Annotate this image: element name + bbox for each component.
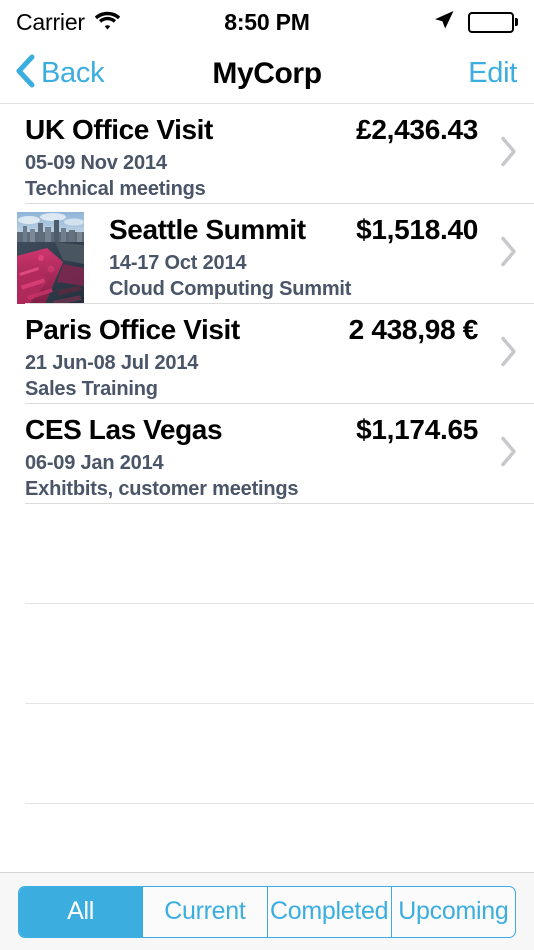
trip-amount: $1,518.40 [356,214,478,245]
table-row[interactable]: CES Las Vegas $1,174.65 06-09 Jan 2014 E… [0,404,534,504]
status-bar: Carrier 8:50 PM [0,0,534,44]
segment-upcoming[interactable]: Upcoming [390,886,515,937]
chevron-right-icon [498,135,518,174]
row-header: CES Las Vegas $1,174.65 [25,414,478,446]
back-button[interactable]: Back [14,53,105,94]
navigation-bar: Back MyCorp Edit [0,44,534,103]
trip-title: Paris Office Visit [25,314,240,345]
row-header: Seattle Summit $1,518.40 [109,214,478,246]
table-row[interactable]: Paris Office Visit 2 438,98 € 21 Jun-08 … [0,304,534,404]
row-content: UK Office Visit £2,436.43 05-09 Nov 2014… [0,114,534,201]
status-bar-left: Carrier [16,9,121,36]
trip-dates: 06-09 Jan 2014 [25,452,164,474]
segment-all[interactable]: All [19,886,143,937]
carrier-label: Carrier [16,8,85,35]
trips-table: UK Office Visit £2,436.43 05-09 Nov 2014… [0,103,534,872]
trip-title: Seattle Summit [109,214,306,245]
trip-amount: £2,436.43 [356,114,478,145]
row-content: Paris Office Visit 2 438,98 € 21 Jun-08 … [0,314,534,401]
row-header: Paris Office Visit 2 438,98 € [25,314,478,346]
chevron-left-icon [14,53,36,94]
chevron-right-icon [498,335,518,374]
row-content: CES Las Vegas $1,174.65 06-09 Jan 2014 E… [0,414,534,501]
empty-table-row [0,504,534,604]
trip-description: Cloud Computing Summit [109,278,352,300]
chevron-right-icon [498,435,518,474]
trip-description: Sales Training [25,378,158,400]
row-thumbnail-slot [0,212,92,304]
segment-current[interactable]: Current [142,886,266,937]
wifi-icon [94,10,121,35]
status-bar-right [433,9,518,36]
location-arrow-icon [433,9,455,36]
empty-table-row [0,704,534,804]
trip-dates: 21 Jun-08 Jul 2014 [25,352,199,374]
trip-description: Technical meetings [25,178,206,200]
table-row[interactable]: Seattle Summit $1,518.40 14-17 Oct 2014 … [0,204,534,304]
battery-full-icon [467,11,518,33]
table-row[interactable]: UK Office Visit £2,436.43 05-09 Nov 2014… [0,104,534,204]
back-button-label: Back [41,57,105,89]
chevron-right-icon [498,235,518,274]
row-content: Seattle Summit $1,518.40 14-17 Oct 2014 … [92,214,534,301]
trip-description: Exhitbits, customer meetings [25,478,299,500]
empty-table-row [0,604,534,704]
app-screen: Carrier 8:50 PM Back MyCorp Edit UK Offi… [0,0,534,950]
row-header: UK Office Visit £2,436.43 [25,114,478,146]
trip-amount: 2 438,98 € [348,314,479,345]
bottom-toolbar: All Current Completed Upcoming [0,872,534,950]
edit-button[interactable]: Edit [468,57,520,90]
empty-table-row [0,804,534,872]
trip-amount: $1,174.65 [356,414,478,445]
trip-title: UK Office Visit [25,114,213,145]
trip-dates: 14-17 Oct 2014 [109,252,247,274]
trip-dates: 05-09 Nov 2014 [25,152,167,174]
seattle-aerial-photo [17,212,84,304]
filter-segmented-control[interactable]: All Current Completed Upcoming [18,885,516,938]
segment-completed[interactable]: Completed [266,886,391,937]
trip-title: CES Las Vegas [25,414,223,445]
